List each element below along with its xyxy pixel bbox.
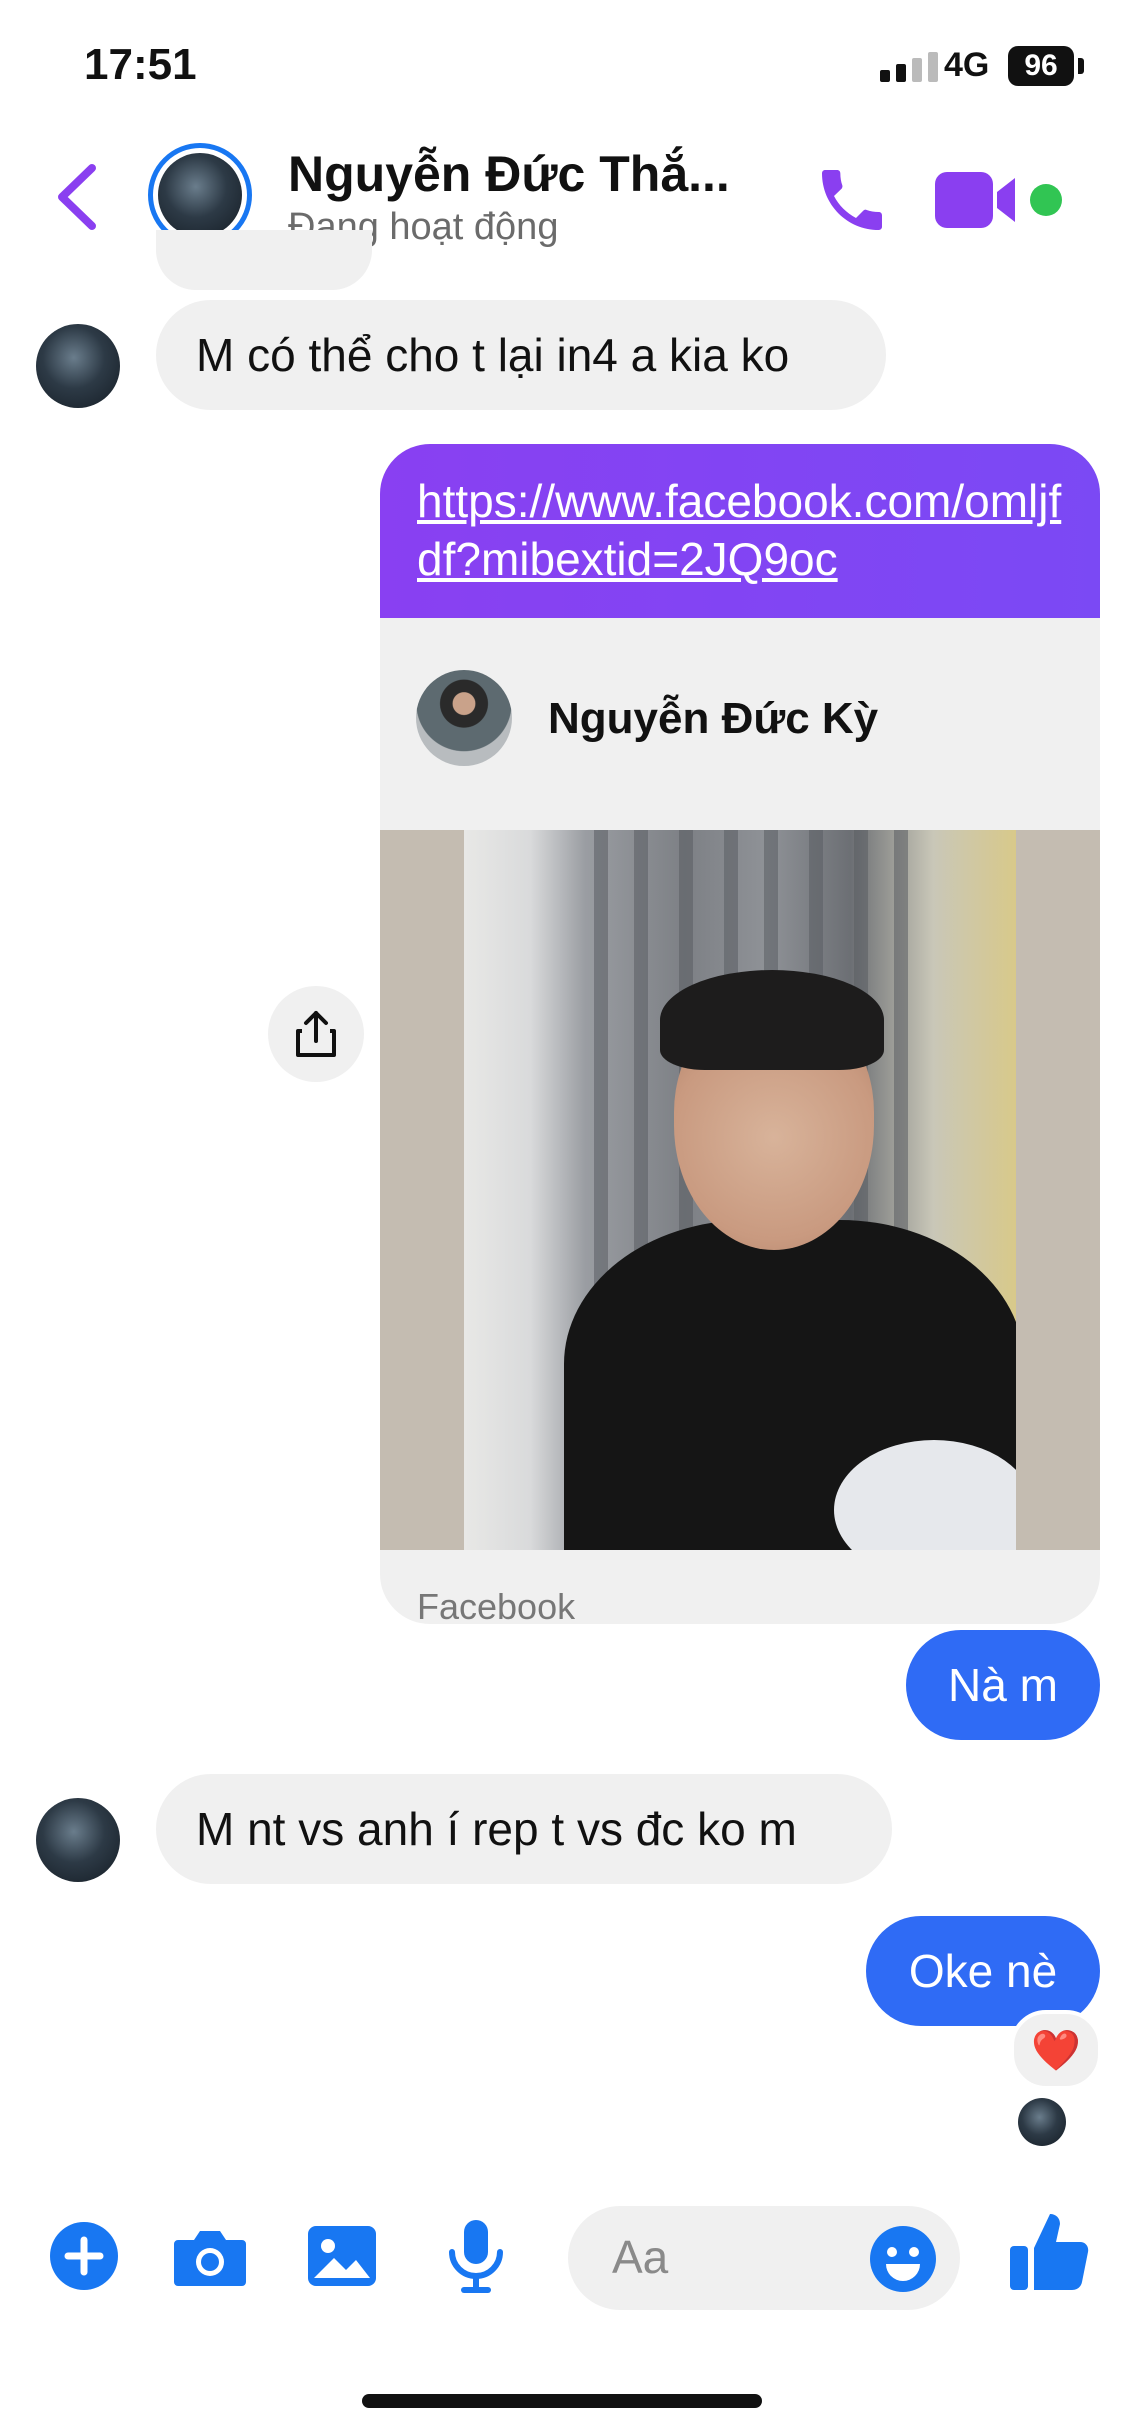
contact-name[interactable]: Nguyễn Đức Thắ... bbox=[288, 145, 730, 203]
network-type: 4G bbox=[944, 46, 990, 84]
signal-strength-icon bbox=[880, 52, 938, 82]
battery-indicator: 96 bbox=[1008, 46, 1074, 86]
profile-photo bbox=[464, 830, 1016, 1550]
outgoing-message[interactable]: Nà m bbox=[906, 1630, 1100, 1740]
image-icon bbox=[308, 2226, 376, 2286]
link-profile-row: Nguyễn Đức Kỳ bbox=[380, 618, 1100, 830]
microphone-icon bbox=[449, 2220, 503, 2293]
sender-avatar[interactable] bbox=[36, 324, 120, 408]
heart-reaction-icon[interactable]: ❤️ bbox=[1010, 2010, 1102, 2090]
video-camera-icon bbox=[935, 172, 1015, 228]
smiley-icon bbox=[870, 2226, 936, 2292]
previous-message-bubble bbox=[156, 230, 372, 290]
battery-tip bbox=[1078, 58, 1084, 74]
link-source: Facebook bbox=[417, 1586, 576, 1624]
share-button[interactable] bbox=[268, 986, 364, 1082]
camera-button[interactable] bbox=[170, 2216, 250, 2296]
share-icon bbox=[296, 1011, 336, 1057]
back-button[interactable] bbox=[48, 162, 108, 232]
seen-receipt-avatar bbox=[1018, 2098, 1066, 2146]
home-indicator bbox=[362, 2394, 762, 2408]
link-url[interactable]: https://www.facebook.com/omljfdf?mibexti… bbox=[417, 472, 1077, 588]
gallery-button[interactable] bbox=[302, 2216, 382, 2296]
incoming-message[interactable]: M có thể cho t lại in4 a kia ko bbox=[156, 300, 886, 410]
emoji-button[interactable] bbox=[868, 2224, 938, 2294]
phone-icon bbox=[822, 170, 882, 230]
voice-call-button[interactable] bbox=[812, 160, 892, 240]
video-call-button[interactable] bbox=[935, 168, 1027, 232]
status-time: 17:51 bbox=[84, 40, 197, 89]
online-indicator bbox=[1030, 184, 1062, 216]
message-input-placeholder: Aa bbox=[612, 2231, 669, 2283]
incoming-message[interactable]: M nt vs anh í rep t vs đc ko m bbox=[156, 1774, 892, 1884]
more-actions-button[interactable] bbox=[44, 2216, 124, 2296]
plus-circle-icon bbox=[50, 2222, 118, 2290]
camera-icon bbox=[174, 2231, 246, 2286]
thumbs-up-icon bbox=[1010, 2214, 1089, 2290]
chevron-left-icon bbox=[58, 164, 96, 230]
link-message-header: https://www.facebook.com/omljfdf?mibexti… bbox=[380, 444, 1100, 618]
like-button[interactable] bbox=[1006, 2208, 1092, 2294]
link-profile-name: Nguyễn Đức Kỳ bbox=[548, 694, 879, 743]
voice-message-button[interactable] bbox=[436, 2216, 516, 2296]
link-preview-card[interactable]: https://www.facebook.com/omljfdf?mibexti… bbox=[380, 444, 1100, 1624]
sender-avatar[interactable] bbox=[36, 1798, 120, 1882]
avatar-image bbox=[158, 153, 242, 237]
link-preview-image bbox=[380, 830, 1100, 1550]
profile-avatar bbox=[416, 670, 512, 766]
